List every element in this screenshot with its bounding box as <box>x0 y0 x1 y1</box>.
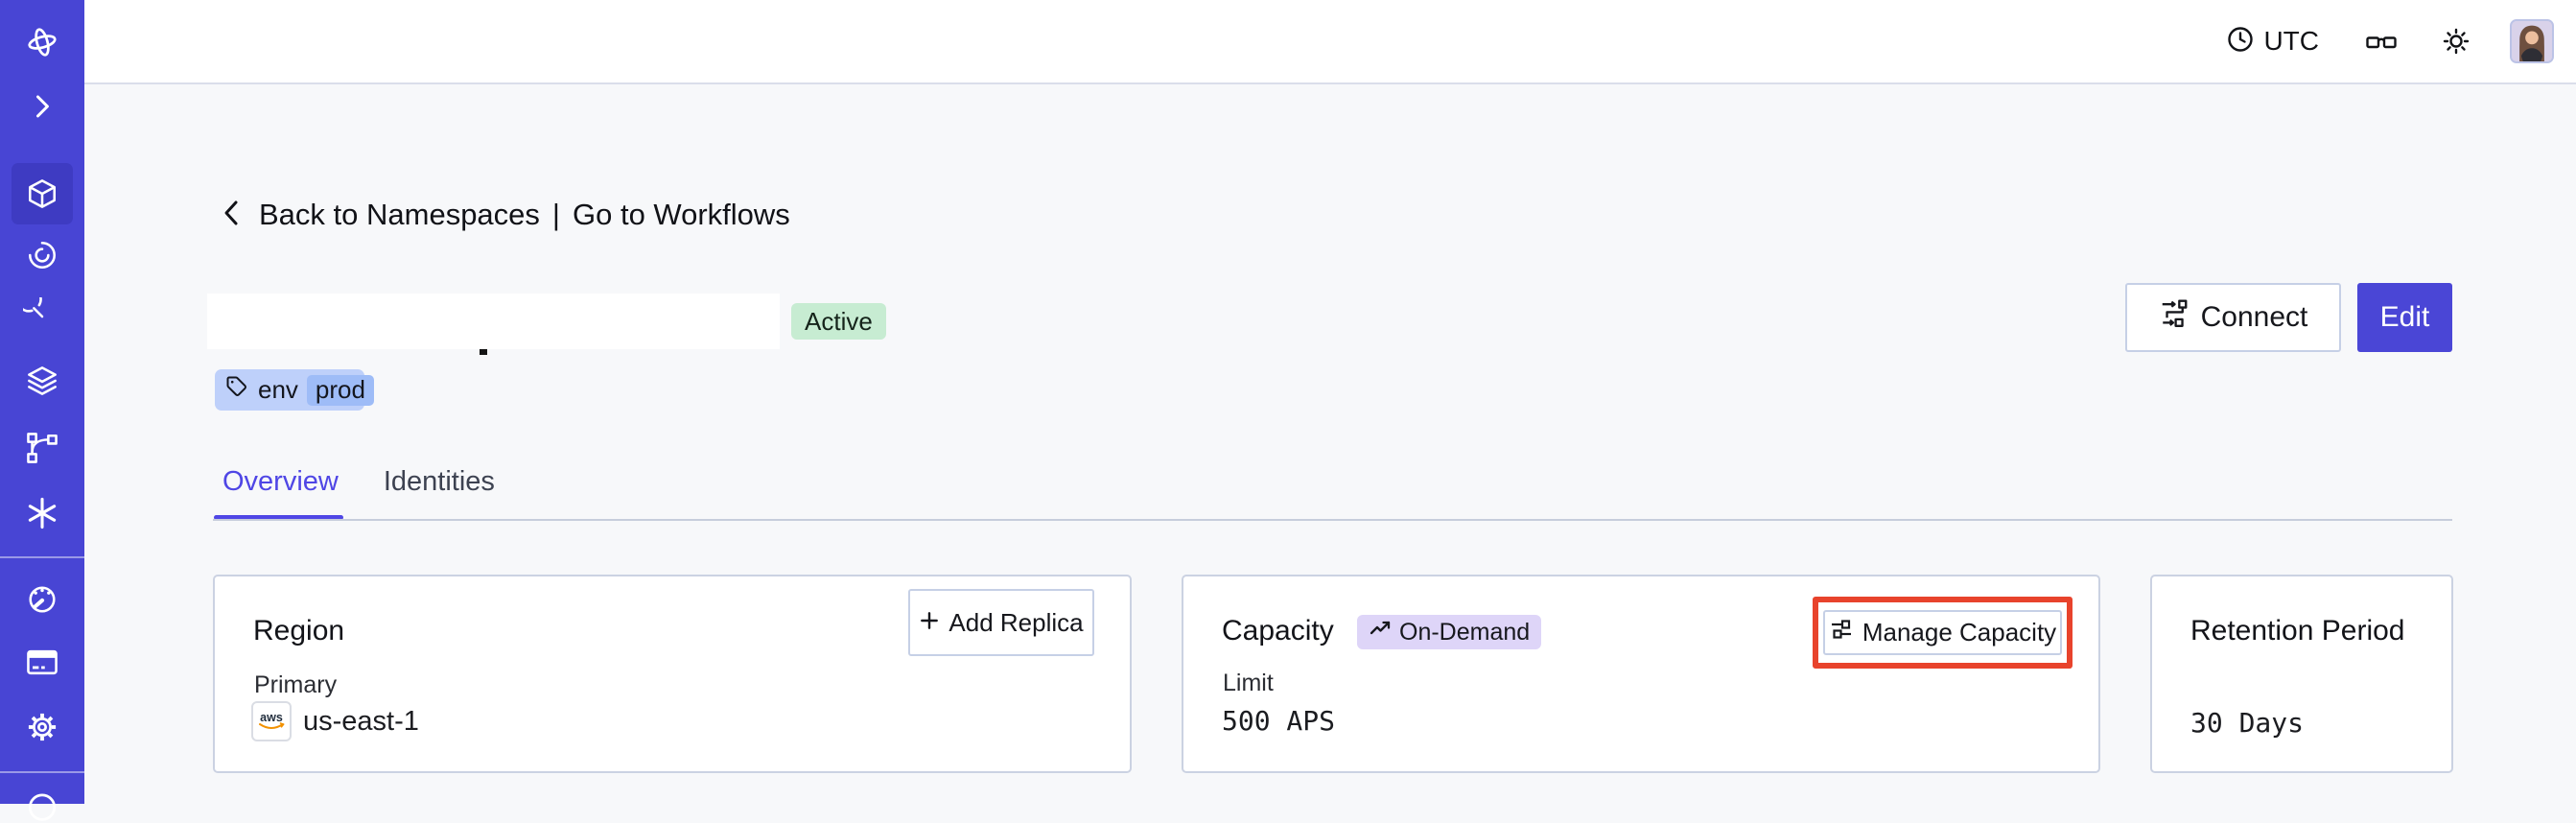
sidebar-item-nexus-asterisk-icon[interactable] <box>23 494 61 532</box>
edit-button-label: Edit <box>2379 301 2430 333</box>
region-value: us-east-1 <box>303 705 419 737</box>
plus-icon <box>919 608 940 638</box>
sidebar-item-schedules-clock-icon[interactable] <box>23 297 61 336</box>
sidebar-divider <box>0 771 84 773</box>
capacity-card-title: Capacity <box>1222 615 1334 647</box>
sidebar-item-deployments-branch-icon[interactable] <box>23 429 61 467</box>
sidebar-divider <box>0 556 84 558</box>
sidebar-item-namespaces-cube-icon[interactable] <box>23 175 61 213</box>
namespace-title-fragment <box>480 349 487 355</box>
sidebar-item-billing-card-icon[interactable] <box>23 643 61 681</box>
tag-icon <box>224 374 249 406</box>
namespace-tag: env prod <box>215 369 374 411</box>
tab-overview[interactable]: Overview <box>222 466 339 498</box>
on-demand-badge: On-Demand <box>1357 615 1542 649</box>
tag-value-chip: prod <box>306 374 374 406</box>
region-card: Region Add Replica Primary aws us-east-1 <box>213 575 1132 773</box>
timezone-label: UTC <box>2263 26 2319 56</box>
edit-button[interactable]: Edit <box>2357 283 2452 352</box>
connect-icon <box>2159 298 2190 337</box>
tag-key: env <box>258 375 298 404</box>
capacity-card: Capacity On-Demand Manage Capacity Limit… <box>1182 575 2100 773</box>
retention-card: Retention Period 30 Days <box>2150 575 2453 773</box>
trending-up-icon <box>1369 618 1392 647</box>
primary-region-row: aws us-east-1 <box>251 701 419 741</box>
limit-label: Limit <box>1223 670 1274 696</box>
sidebar-item-workflows-spiral-icon[interactable] <box>23 236 61 274</box>
sidebar-expand-chevron-icon[interactable] <box>23 86 61 125</box>
clock-icon <box>2226 25 2255 59</box>
on-demand-badge-label: On-Demand <box>1399 618 1531 646</box>
svg-text:aws: aws <box>260 711 283 724</box>
top-bar: UTC <box>84 0 2576 84</box>
breadcrumb-separator: | <box>551 198 560 231</box>
sidebar-bottom-partial-icon[interactable] <box>23 785 61 823</box>
connect-button[interactable]: Connect <box>2125 283 2341 352</box>
retention-value: 30 Days <box>2190 707 2305 739</box>
temporal-logo-icon[interactable] <box>23 23 61 61</box>
sun-icon[interactable] <box>2441 26 2471 57</box>
namespace-title-redacted <box>207 294 780 349</box>
limit-value: 500 APS <box>1222 705 1336 737</box>
sidebar-item-stack-layers-icon[interactable] <box>23 362 61 400</box>
tab-bar-divider <box>213 519 2452 521</box>
sidebar-item-settings-gear-icon[interactable] <box>23 708 61 746</box>
aws-logo-icon: aws <box>251 701 292 741</box>
manage-capacity-button[interactable]: Manage Capacity <box>1823 610 2062 655</box>
glasses-icon[interactable] <box>2365 25 2398 58</box>
add-replica-label: Add Replica <box>948 607 1084 637</box>
connect-button-label: Connect <box>2200 301 2308 333</box>
breadcrumb-go-to-workflows[interactable]: Go to Workflows <box>573 198 790 232</box>
tag-value: prod <box>315 375 365 404</box>
timezone-selector[interactable]: UTC <box>2226 25 2319 59</box>
retention-card-title: Retention Period <box>2190 615 2405 647</box>
tab-identities[interactable]: Identities <box>384 466 495 498</box>
sidebar <box>0 0 84 821</box>
breadcrumb: Back to Namespaces | Go to Workflows <box>219 195 790 235</box>
add-replica-button[interactable]: Add Replica <box>908 589 1094 656</box>
avatar[interactable] <box>2510 19 2554 63</box>
region-card-title: Region <box>253 615 345 647</box>
back-chevron-icon[interactable] <box>219 199 246 232</box>
sliders-icon <box>1829 617 1854 648</box>
status-badge-label: Active <box>805 306 873 336</box>
sidebar-item-usage-gauge-icon[interactable] <box>23 580 61 619</box>
status-badge: Active <box>791 303 886 340</box>
breadcrumb-back-to-namespaces[interactable]: Back to Namespaces <box>259 198 540 232</box>
primary-label: Primary <box>254 671 338 698</box>
manage-capacity-label: Manage Capacity <box>1862 618 2057 647</box>
tab-bar: Overview Identities <box>222 466 495 498</box>
